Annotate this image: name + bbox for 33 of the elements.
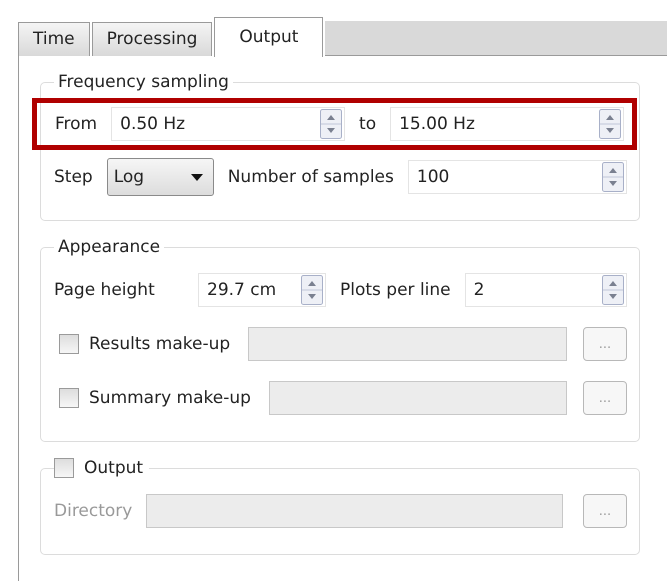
text-field[interactable] [248,327,567,361]
field-label: Step [54,167,93,187]
checkbox-label: Output [84,458,144,478]
field-label: From [55,114,98,134]
spin-buttons-icon[interactable] [602,162,624,192]
tab[interactable]: Processing [92,22,212,56]
tab[interactable]: Output [214,17,324,57]
field-label: to [359,114,376,134]
caret-icon [190,174,203,180]
tab[interactable]: Time [18,22,90,56]
spin-buttons-icon[interactable] [320,109,342,139]
spin-buttons-icon[interactable] [599,109,622,139]
group-title: Appearance [57,237,162,257]
field-label: Number of samples [228,167,394,187]
checkbox[interactable] [54,458,74,478]
field-label: Directory [54,501,132,521]
group-title: Frequency sampling [57,72,230,92]
text-field[interactable] [146,494,563,528]
dropdown[interactable]: Log [106,158,214,196]
spin-box[interactable]: 0.50 Hz [111,107,346,141]
spin-buttons-icon[interactable] [602,275,624,305]
spin-box[interactable]: 100 [408,160,627,194]
spin-box[interactable]: 29.7 cm [198,273,326,307]
checkbox[interactable] [59,334,79,354]
text-field[interactable] [268,381,567,415]
field-label: Plots per line [340,280,451,300]
spin-box[interactable]: 2 [464,273,627,307]
spin-box[interactable]: 15.00 Hz [390,107,624,141]
field-label: Page height [54,280,156,300]
checkbox-label: Summary make-up [89,388,251,408]
spin-buttons-icon[interactable] [301,275,323,305]
checkbox[interactable] [59,388,79,408]
checkbox-label: Results make-up [89,334,230,354]
